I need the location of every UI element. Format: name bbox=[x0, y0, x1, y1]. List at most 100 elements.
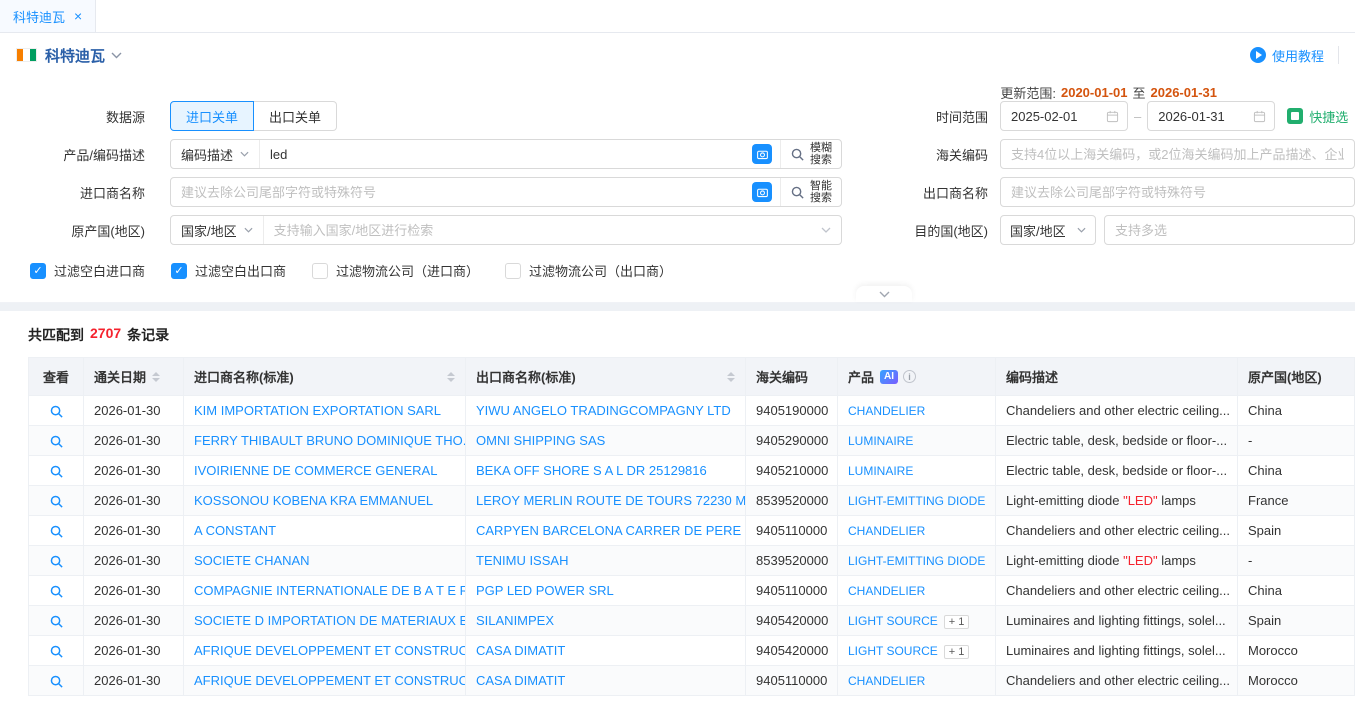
fuzzy-search-button[interactable]: 模糊 搜索 bbox=[780, 140, 841, 168]
exporter-link[interactable]: LEROY MERLIN ROUTE DE TOURS 72230 M bbox=[476, 493, 746, 508]
checkbox-checked-icon[interactable]: ✓ bbox=[171, 263, 187, 279]
product-link[interactable]: LUMINAIRE bbox=[848, 434, 913, 448]
importer-link[interactable]: AFRIQUE DEVELOPPEMENT ET CONSTRUCT... bbox=[194, 673, 466, 688]
sort-icon[interactable] bbox=[152, 368, 160, 386]
exporter-link[interactable]: CASA DIMATIT bbox=[476, 673, 565, 688]
chevron-down-icon[interactable] bbox=[821, 227, 841, 233]
importer-link[interactable]: COMPAGNIE INTERNATIONALE DE B A T E R bbox=[194, 583, 466, 598]
product-link[interactable]: CHANDELIER bbox=[848, 404, 925, 418]
date-start-input[interactable]: 2025-02-01 bbox=[1000, 101, 1128, 131]
importer-link[interactable]: KOSSONOU KOBENA KRA EMMANUEL bbox=[194, 493, 433, 508]
quick-select-button[interactable]: 快捷选 bbox=[1287, 107, 1348, 126]
product-link[interactable]: LIGHT-EMITTING DIODE bbox=[848, 494, 985, 508]
importer-link[interactable]: SOCIETE CHANAN bbox=[194, 553, 310, 568]
origin-mode-select[interactable]: 国家/地区 bbox=[171, 216, 264, 244]
view-search-icon[interactable] bbox=[49, 584, 64, 599]
chevron-down-icon[interactable] bbox=[111, 52, 122, 59]
exporter-link[interactable]: CARPYEN BARCELONA CARRER DE PERE IV bbox=[476, 523, 746, 538]
table-row: 2026-01-30KOSSONOU KOBENA KRA EMMANUELLE… bbox=[29, 486, 1355, 516]
importer-link[interactable]: IVOIRIENNE DE COMMERCE GENERAL bbox=[194, 463, 437, 478]
exporter-link[interactable]: BEKA OFF SHORE S A L DR 25129816 bbox=[476, 463, 707, 478]
date-cell: 2026-01-30 bbox=[84, 396, 184, 426]
filter-checkbox[interactable]: ✓过滤空白进口商 bbox=[30, 261, 145, 280]
hs-code-input[interactable] bbox=[1000, 139, 1355, 169]
sort-icon[interactable] bbox=[727, 368, 735, 386]
image-search-icon[interactable] bbox=[752, 144, 772, 164]
origin-cell: - bbox=[1238, 546, 1355, 576]
filter-checkbox[interactable]: 过滤物流公司（进口商） bbox=[312, 261, 479, 280]
view-search-icon[interactable] bbox=[49, 434, 64, 449]
importer-link[interactable]: A CONSTANT bbox=[194, 523, 276, 538]
info-icon[interactable]: i bbox=[903, 370, 916, 383]
col-exporter[interactable]: 出口商名称(标准) bbox=[466, 358, 746, 396]
view-search-icon[interactable] bbox=[49, 674, 64, 689]
view-cell bbox=[29, 396, 84, 426]
destination-mode-select[interactable]: 国家/地区 bbox=[1000, 215, 1096, 245]
exporter-link[interactable]: YIWU ANGELO TRADINGCOMPAGNY LTD bbox=[476, 403, 731, 418]
product-link[interactable]: LIGHT SOURCE bbox=[848, 644, 938, 658]
importer-link[interactable]: FERRY THIBAULT BRUNO DOMINIQUE THO... bbox=[194, 433, 466, 448]
view-search-icon[interactable] bbox=[49, 404, 64, 419]
importer-link[interactable]: AFRIQUE DEVELOPPEMENT ET CONSTRUCT... bbox=[194, 643, 466, 658]
exporter-input[interactable] bbox=[1000, 177, 1355, 207]
date-end-value: 2026-01-31 bbox=[1158, 109, 1247, 124]
image-search-icon[interactable] bbox=[752, 182, 772, 202]
view-search-icon[interactable] bbox=[49, 554, 64, 569]
product-link[interactable]: CHANDELIER bbox=[848, 584, 925, 598]
importer-label: 进口商名称 bbox=[0, 183, 170, 202]
close-icon[interactable]: × bbox=[74, 9, 82, 23]
product-more-badge[interactable]: + 1 bbox=[944, 615, 970, 629]
importer-link[interactable]: SOCIETE D IMPORTATION DE MATERIAUX E... bbox=[194, 613, 466, 628]
datasource-export-tab[interactable]: 出口关单 bbox=[254, 101, 337, 131]
product-more-badge[interactable]: + 1 bbox=[944, 645, 970, 659]
date-end-input[interactable]: 2026-01-31 bbox=[1147, 101, 1275, 131]
filter-checkbox[interactable]: ✓过滤空白出口商 bbox=[171, 261, 286, 280]
product-link[interactable]: CHANDELIER bbox=[848, 524, 925, 538]
hs-code-label: 海关编码 bbox=[845, 145, 1000, 164]
product-link[interactable]: LUMINAIRE bbox=[848, 464, 913, 478]
product-link[interactable]: LIGHT SOURCE bbox=[848, 614, 938, 628]
view-search-icon[interactable] bbox=[49, 644, 64, 659]
tab-cote-divoire[interactable]: 科特迪瓦 × bbox=[0, 0, 96, 32]
sort-icon[interactable] bbox=[447, 368, 455, 386]
product-link[interactable]: LIGHT-EMITTING DIODE bbox=[848, 554, 985, 568]
table-header-row: 查看 通关日期 进口商名称(标准) 出口商名称(标准) 海关编码 bbox=[29, 358, 1355, 396]
col-product-label: 产品 bbox=[848, 367, 874, 386]
importer-cell: KIM IMPORTATION EXPORTATION SARL bbox=[184, 396, 466, 426]
exporter-link[interactable]: PGP LED POWER SRL bbox=[476, 583, 614, 598]
view-cell bbox=[29, 426, 84, 456]
date-cell: 2026-01-30 bbox=[84, 666, 184, 696]
view-search-icon[interactable] bbox=[49, 464, 64, 479]
hs-code-cell: 9405190000 bbox=[746, 396, 838, 426]
checkbox-unchecked-icon[interactable] bbox=[312, 263, 328, 279]
importer-link[interactable]: KIM IMPORTATION EXPORTATION SARL bbox=[194, 403, 441, 418]
exporter-link[interactable]: TENIMU ISSAH bbox=[476, 553, 568, 568]
destination-input[interactable] bbox=[1104, 215, 1355, 245]
importer-input[interactable] bbox=[171, 178, 752, 206]
product-link[interactable]: CHANDELIER bbox=[848, 674, 925, 688]
origin-input[interactable] bbox=[264, 216, 821, 244]
collapse-toggle[interactable] bbox=[856, 286, 912, 302]
checkbox-unchecked-icon[interactable] bbox=[505, 263, 521, 279]
chevron-down-icon bbox=[240, 151, 249, 157]
tutorial-link[interactable]: 使用教程 bbox=[1250, 46, 1324, 65]
exporter-link[interactable]: SILANIMPEX bbox=[476, 613, 554, 628]
filter-row-origin: 原产国(地区) 国家/地区 目的国(地区) 国家/地区 bbox=[0, 215, 1355, 245]
view-search-icon[interactable] bbox=[49, 614, 64, 629]
exporter-link[interactable]: CASA DIMATIT bbox=[476, 643, 565, 658]
filter-checkbox[interactable]: 过滤物流公司（出口商） bbox=[505, 261, 672, 280]
smart-search-button[interactable]: 智能 搜索 bbox=[780, 178, 841, 206]
product-mode-select[interactable]: 编码描述 bbox=[171, 140, 260, 168]
view-search-icon[interactable] bbox=[49, 494, 64, 509]
col-importer[interactable]: 进口商名称(标准) bbox=[184, 358, 466, 396]
origin-mode-value: 国家/地区 bbox=[181, 221, 237, 240]
exporter-link[interactable]: OMNI SHIPPING SAS bbox=[476, 433, 605, 448]
view-search-icon[interactable] bbox=[49, 524, 64, 539]
datasource-import-tab[interactable]: 进口关单 bbox=[170, 101, 254, 131]
checkbox-checked-icon[interactable]: ✓ bbox=[30, 263, 46, 279]
ai-badge: AI bbox=[880, 370, 898, 384]
col-exporter-label: 出口商名称(标准) bbox=[476, 367, 576, 386]
col-date[interactable]: 通关日期 bbox=[84, 358, 184, 396]
product-input[interactable] bbox=[260, 140, 752, 168]
filter-row-datasource: 数据源 进口关单 出口关单 时间范围 2025-02-01 – 2026-01-… bbox=[0, 101, 1355, 131]
